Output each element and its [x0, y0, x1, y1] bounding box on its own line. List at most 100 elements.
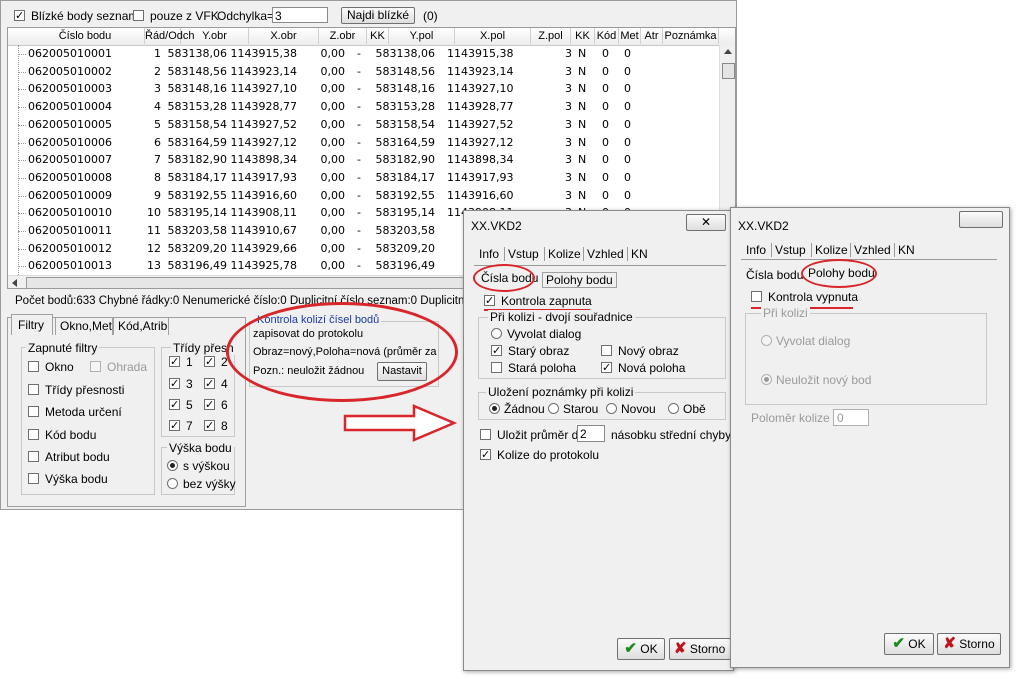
- class-6-checkbox[interactable]: ✓: [204, 399, 215, 410]
- table-cell: 11: [147, 224, 161, 237]
- dialog2-radius-input[interactable]: 0: [833, 409, 869, 426]
- dialog1-save-avg-checkbox[interactable]: [480, 429, 491, 440]
- scroll-thumb[interactable]: [722, 63, 735, 79]
- col-header-xobr[interactable]: X.obr: [249, 28, 319, 44]
- tree-connector: [18, 195, 26, 197]
- scroll-up-arrow-icon[interactable]: [724, 49, 732, 54]
- dialog1-note-both-radio[interactable]: [668, 403, 679, 414]
- dialog1-log-checkbox[interactable]: ✓: [480, 449, 491, 460]
- class-3-checkbox[interactable]: ✓: [169, 378, 180, 389]
- deviation-input[interactable]: 3: [272, 7, 328, 23]
- dialog1-subtab-highlight: [473, 264, 535, 292]
- filter-tridy-checkbox[interactable]: [28, 384, 39, 395]
- filter-vyska-checkbox[interactable]: [28, 473, 39, 484]
- table-row[interactable]: 062005010002 2 583148,56 1143923,14 0,00-583…: [8, 63, 706, 81]
- table-row[interactable]: 062005010006 6 583164,59 1143927,12 0,00-583…: [8, 134, 706, 152]
- col-header-zobr[interactable]: Z.obr: [319, 28, 367, 44]
- dialog2-disabled-checkbox[interactable]: [751, 291, 762, 302]
- dialog2-cancel-button[interactable]: ✘ Storno: [937, 633, 1001, 655]
- col-header-cislo[interactable]: Číslo bodu: [26, 28, 145, 44]
- dialog1-old-position-checkbox[interactable]: [491, 362, 502, 373]
- only-vfk-checkbox[interactable]: [133, 10, 144, 21]
- table-cell: 583184,17: [167, 170, 228, 184]
- filter-okno-checkbox[interactable]: [28, 361, 39, 372]
- col-header-poznamka[interactable]: Poznámka: [663, 28, 719, 44]
- class-7-checkbox[interactable]: ✓: [169, 420, 180, 431]
- dialog1-tab-vzhled[interactable]: Vzhled: [583, 247, 624, 261]
- height-without-radio[interactable]: [167, 478, 178, 489]
- dialog1-note-old-radio[interactable]: [548, 403, 559, 414]
- table-row[interactable]: 062005010007 7 583182,90 1143898,34 0,00-583…: [8, 151, 706, 169]
- dialog1-ok-button[interactable]: ✔ OK: [617, 638, 665, 660]
- col-header-atr[interactable]: Atr: [641, 28, 663, 44]
- filter-metoda-checkbox[interactable]: [28, 406, 39, 417]
- dialog1-tab-kn[interactable]: KN: [627, 247, 648, 261]
- dialog2-no-save-radio[interactable]: [761, 374, 772, 385]
- filter-kod-checkbox[interactable]: [28, 429, 39, 440]
- dialog1-dialog-radio[interactable]: [491, 328, 502, 339]
- nearby-list-checkbox[interactable]: ✓: [14, 10, 25, 21]
- dialog2-tab-kolize[interactable]: Kolize: [811, 243, 848, 257]
- class-2-checkbox[interactable]: ✓: [204, 356, 215, 367]
- col-header-kk1[interactable]: KK: [367, 28, 389, 44]
- col-header-xpol[interactable]: X.pol: [455, 28, 531, 44]
- dialog2-tab-vstup[interactable]: Vstup: [771, 243, 806, 257]
- table-row[interactable]: 062005010003 3 583148,16 1143927,10 0,00-583…: [8, 80, 706, 98]
- class-8-checkbox[interactable]: ✓: [204, 420, 215, 431]
- table-cell: 1143908,11: [230, 206, 297, 220]
- class-4-checkbox[interactable]: ✓: [204, 378, 215, 389]
- class-1-label: 1: [186, 355, 193, 369]
- tab-okno-met[interactable]: Okno,Met: [55, 317, 113, 335]
- dialog2-close-button[interactable]: [959, 211, 1003, 228]
- tab-kod-atrib[interactable]: Kód,Atrib: [113, 317, 169, 335]
- table-cell: 4: [154, 100, 161, 114]
- table-row[interactable]: 062005010001 1 583138,06 1143915,38 0,00-583…: [8, 45, 706, 63]
- dialog1-close-button[interactable]: ✕: [686, 214, 726, 231]
- dialog1-tab-vstup[interactable]: Vstup: [504, 247, 539, 261]
- table-row[interactable]: 062005010009 9 583192,55 1143916,60 0,00-583…: [8, 187, 706, 205]
- filter-atribut-checkbox[interactable]: [28, 451, 39, 462]
- table-row[interactable]: 062005010005 5 583158,54 1143927,52 0,00-583…: [8, 116, 706, 134]
- table-row[interactable]: 062005010008 8 583184,17 1143917,93 0,00-583…: [8, 169, 706, 187]
- table-cell: 062005010007: [28, 153, 112, 167]
- dialog2-tab-vzhled[interactable]: Vzhled: [850, 243, 891, 257]
- dialog2-tab-kn[interactable]: KN: [894, 243, 915, 257]
- dialog1-subtab-polohy[interactable]: Polohy bodu: [542, 272, 617, 288]
- col-header-kod[interactable]: Kód: [595, 28, 619, 44]
- table-row[interactable]: 062005010004 4 583153,28 1143928,77 0,00-583…: [8, 98, 706, 116]
- dialog2-radius-label: Poloměr kolize: [751, 411, 830, 425]
- table-cell: 1143916,60: [230, 188, 297, 202]
- col-header-met[interactable]: Met: [619, 28, 641, 44]
- dialog1-new-image-checkbox[interactable]: [601, 345, 612, 356]
- dialog1-enabled-label: Kontrola zapnuta: [501, 294, 592, 308]
- col-header-yobr[interactable]: Y.obr: [181, 28, 249, 44]
- dialog1-tab-kolize[interactable]: Kolize: [544, 247, 581, 261]
- dialog2-dialog-radio[interactable]: [761, 335, 772, 346]
- dialog2-tab-info[interactable]: Info: [743, 243, 766, 257]
- filter-ohrada-checkbox[interactable]: [90, 361, 101, 372]
- dialog1-new-position-checkbox[interactable]: ✓: [601, 362, 612, 373]
- dialog1-note-new-radio[interactable]: [606, 403, 617, 414]
- dialog1-tab-info[interactable]: Info: [476, 247, 499, 261]
- dialog1-save-avg-input[interactable]: 2: [577, 425, 605, 442]
- tab-filtry[interactable]: Filtry: [11, 314, 53, 335]
- dialog1-old-image-checkbox[interactable]: ✓: [491, 345, 502, 356]
- scroll-left-arrow-icon[interactable]: [12, 279, 17, 287]
- table-cell: 583195,14: [375, 206, 436, 220]
- col-header-kk2[interactable]: KK: [571, 28, 595, 44]
- dialog1-enabled-checkbox[interactable]: ✓: [484, 295, 495, 306]
- dialog1-note-none-radio[interactable]: [489, 403, 500, 414]
- class-1-checkbox[interactable]: ✓: [169, 356, 180, 367]
- col-header-zpol[interactable]: Z.pol: [531, 28, 571, 44]
- find-nearby-button[interactable]: Najdi blízké: [341, 7, 415, 24]
- dialog1-cancel-button[interactable]: ✘ Storno: [669, 638, 731, 660]
- col-header-rad[interactable]: Řád/Odch: [145, 28, 195, 44]
- dialog1-ok-label: OK: [640, 642, 658, 656]
- height-with-radio[interactable]: [167, 460, 178, 471]
- col-header-ypol[interactable]: Y.pol: [389, 28, 455, 44]
- tree-line: [18, 45, 19, 275]
- dialog2-ok-button[interactable]: ✔ OK: [884, 633, 934, 655]
- class-5-checkbox[interactable]: ✓: [169, 399, 180, 410]
- dialog2-subtab-cisla[interactable]: Čísla bodu: [746, 268, 803, 282]
- table-cell: 3: [154, 82, 161, 96]
